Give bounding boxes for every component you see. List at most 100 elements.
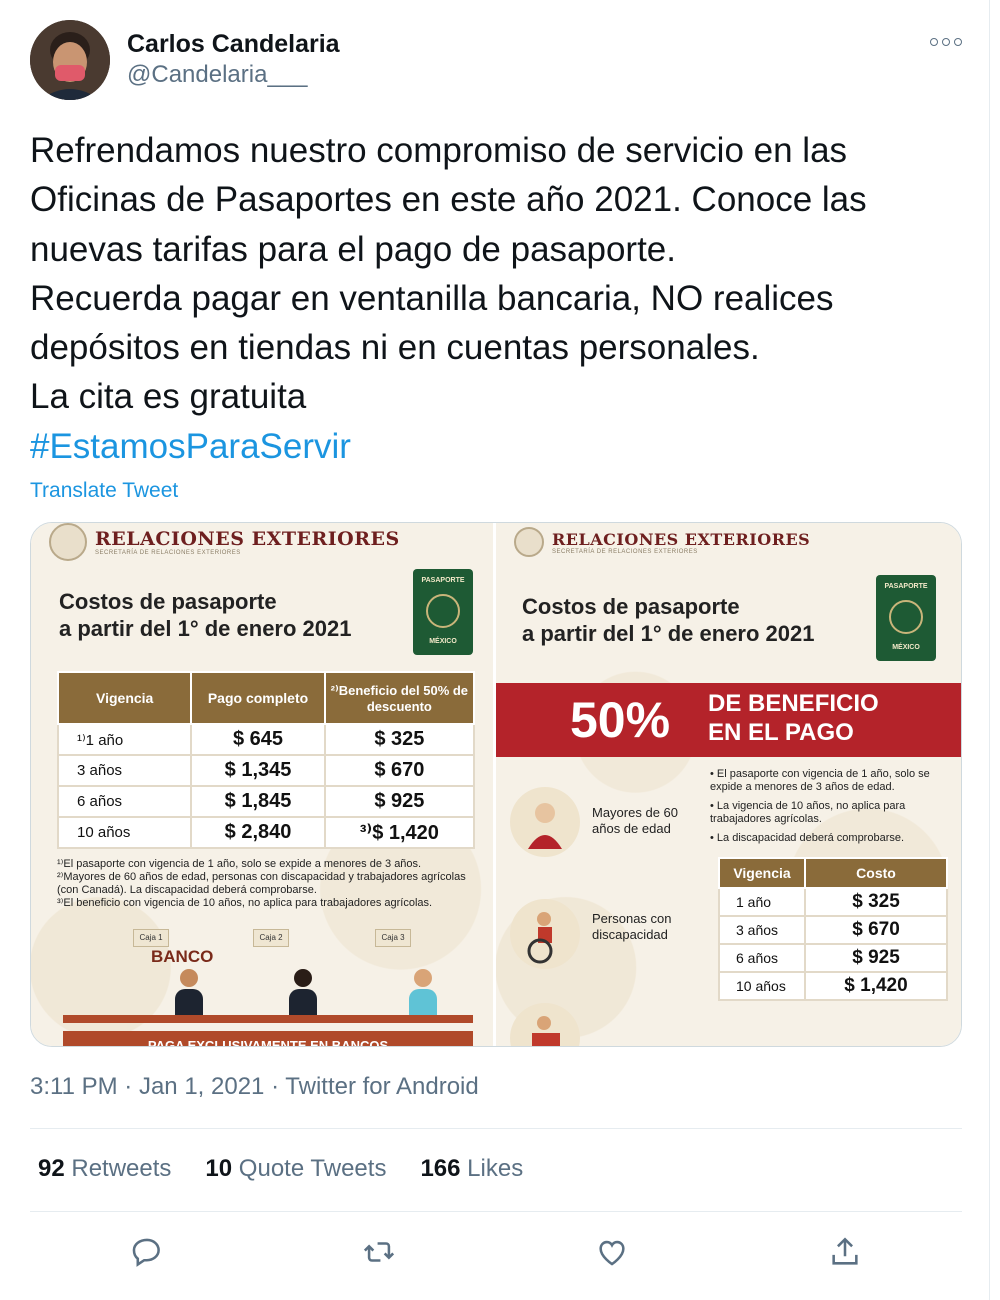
costs-title-line: Costos de pasaporte bbox=[59, 589, 277, 614]
tweet-text: Refrendamos nuestro compromiso de servic… bbox=[30, 126, 950, 471]
table-cell: $ 2,840 bbox=[190, 816, 326, 849]
quotes-label: Quote Tweets bbox=[238, 1155, 387, 1182]
bank-illustration: Caja 1 Caja 2 Caja 3 BANCO bbox=[63, 929, 473, 1046]
passport-icon: PASAPORTE MÉXICO bbox=[413, 569, 473, 655]
media-image-left[interactable]: RELACIONES EXTERIORES SECRETARÍA DE RELA… bbox=[31, 523, 496, 1046]
passport-icon: PASAPORTE MÉXICO bbox=[876, 575, 936, 661]
bullet-text: La vigencia de 10 años, no aplica para t… bbox=[710, 800, 906, 825]
table-row: 6 años $ 925 bbox=[718, 943, 948, 973]
senior-icon bbox=[510, 787, 580, 857]
tweet-line: depósitos en tiendas ni en cuentas perso… bbox=[30, 328, 760, 368]
divider bbox=[30, 1211, 962, 1212]
share-icon[interactable] bbox=[823, 1230, 867, 1274]
table-cell: $ 1,345 bbox=[190, 754, 326, 787]
avatar[interactable] bbox=[30, 20, 110, 100]
passport-label: PASAPORTE bbox=[884, 583, 928, 590]
author-handle[interactable]: @Candelaria___ bbox=[127, 60, 340, 90]
footnote: ³⁾El beneficio con vigencia de 10 años, … bbox=[57, 897, 433, 909]
media-gallery[interactable]: RELACIONES EXTERIORES SECRETARÍA DE RELA… bbox=[30, 522, 962, 1047]
caja-sign: Caja 3 bbox=[375, 929, 411, 947]
table-header: Vigencia bbox=[56, 671, 193, 725]
table-row: 3 años $ 1,345 $ 670 bbox=[56, 754, 476, 787]
media-image-right[interactable]: RELACIONES EXTERIORES SECRETARÍA DE RELA… bbox=[496, 523, 961, 1046]
tweet-detail: Carlos Candelaria @Candelaria___ Refrend… bbox=[0, 0, 990, 1300]
footnote: ¹⁾El pasaporte con vigencia de 1 año, so… bbox=[57, 858, 422, 870]
sre-header: RELACIONES EXTERIORES SECRETARÍA DE RELA… bbox=[49, 523, 400, 561]
table-row: 1 año $ 325 bbox=[718, 887, 948, 917]
divider bbox=[30, 1128, 962, 1129]
emblem-icon bbox=[889, 600, 923, 634]
hashtag-link[interactable]: #EstamosParaServir bbox=[30, 422, 950, 471]
more-options-icon[interactable] bbox=[930, 32, 962, 52]
passport-country: MÉXICO bbox=[429, 638, 457, 645]
org-subtitle: SECRETARÍA DE RELACIONES EXTERIORES bbox=[95, 550, 241, 556]
meta-separator: · bbox=[124, 1073, 139, 1100]
table-cell: $ 325 bbox=[804, 887, 948, 917]
likes-stat[interactable]: 166 Likes bbox=[420, 1155, 523, 1183]
table-cell: 6 años bbox=[56, 785, 193, 818]
retweet-icon[interactable] bbox=[357, 1230, 401, 1274]
benefit-bullets: • El pasaporte con vigencia de 1 año, so… bbox=[710, 768, 955, 851]
tweet-line: La cita es gratuita bbox=[30, 377, 307, 417]
benefit-line: EN EL PAGO bbox=[708, 719, 854, 746]
retweets-label: Retweets bbox=[71, 1155, 172, 1182]
quotes-count: 10 bbox=[205, 1155, 233, 1182]
wheelchair-icon bbox=[510, 899, 580, 969]
costs-title-line: a partir del 1° de enero 2021 bbox=[59, 616, 352, 641]
pay-banner: PAGA EXCLUSIVAMENTE EN BANCOS bbox=[63, 1031, 473, 1046]
table-row: 6 años $ 1,845 $ 925 bbox=[56, 785, 476, 818]
table-cell: 10 años bbox=[718, 971, 806, 1001]
tweet-time[interactable]: 3:11 PM bbox=[30, 1073, 118, 1100]
teller-icon bbox=[175, 969, 203, 1015]
group-label-line: años de edad bbox=[592, 821, 671, 836]
translate-tweet-link[interactable]: Translate Tweet bbox=[30, 479, 178, 503]
org-title: RELACIONES EXTERIORES bbox=[552, 529, 811, 549]
sre-header: RELACIONES EXTERIORES SECRETARÍA DE RELA… bbox=[514, 527, 810, 557]
table-cell: 3 años bbox=[56, 754, 193, 787]
table-cell: $ 670 bbox=[323, 754, 476, 787]
author-block[interactable]: Carlos Candelaria @Candelaria___ bbox=[127, 28, 340, 90]
table-cell: $ 925 bbox=[804, 943, 948, 973]
passport-country: MÉXICO bbox=[892, 644, 920, 651]
retweets-count: 92 bbox=[38, 1155, 65, 1182]
table-cell: 6 años bbox=[718, 943, 806, 973]
table-cell: 10 años bbox=[56, 816, 193, 849]
table-row: 10 años $ 1,420 bbox=[718, 971, 948, 1001]
heart-icon[interactable] bbox=[590, 1230, 634, 1274]
costs-title-line: Costos de pasaporte bbox=[522, 594, 740, 619]
benefit-line: DE BENEFICIO bbox=[708, 690, 879, 717]
bullet-item: • La discapacidad deberá comprobarse. bbox=[710, 832, 905, 844]
benefit-banner: 50% DE BENEFICIO EN EL PAGO bbox=[496, 683, 961, 757]
table-cell: $ 325 bbox=[323, 723, 476, 756]
teller-icon bbox=[289, 969, 317, 1015]
meta-separator: · bbox=[271, 1073, 286, 1100]
quote-tweets-stat[interactable]: 10 Quote Tweets bbox=[205, 1155, 386, 1183]
bullet-text: La discapacidad deberá comprobarse. bbox=[716, 832, 905, 844]
table-header: ²⁾Beneficio del 50% de descuento bbox=[323, 671, 476, 725]
group-label: Mayores de 60 años de edad bbox=[592, 805, 678, 837]
table-cell: $ 645 bbox=[190, 723, 326, 756]
group-label-line: Personas con bbox=[592, 911, 672, 926]
reply-icon[interactable] bbox=[125, 1230, 169, 1274]
customer-icon bbox=[409, 969, 437, 1015]
bullet-text: El pasaporte con vigencia de 1 año, solo… bbox=[710, 768, 930, 793]
table-header: Pago completo bbox=[190, 671, 326, 725]
table-cell: 3 años bbox=[718, 915, 806, 945]
group-label-line: Mayores de 60 bbox=[592, 805, 678, 820]
likes-label: Likes bbox=[467, 1155, 524, 1182]
table-row: ¹⁾1 año $ 645 $ 325 bbox=[56, 723, 476, 756]
benefit-table: Vigencia Costo 1 año $ 325 3 años $ 670 … bbox=[718, 857, 948, 1001]
author-name[interactable]: Carlos Candelaria bbox=[127, 28, 340, 60]
table-header: Costo bbox=[804, 857, 948, 889]
benefit-percent: 50% bbox=[570, 692, 671, 748]
bullet-item: • La vigencia de 10 años, no aplica para… bbox=[710, 800, 906, 825]
table-header: Vigencia bbox=[718, 857, 806, 889]
bank-label: BANCO bbox=[151, 947, 214, 966]
benefit-text: DE BENEFICIO EN EL PAGO bbox=[708, 689, 879, 747]
tweet-line: Refrendamos nuestro compromiso de servic… bbox=[30, 131, 848, 170]
emblem-icon bbox=[426, 594, 460, 628]
tweet-source[interactable]: Twitter for Android bbox=[285, 1073, 478, 1100]
retweets-stat[interactable]: 92 Retweets bbox=[38, 1155, 171, 1183]
org-title: RELACIONES EXTERIORES bbox=[95, 528, 400, 550]
tweet-date[interactable]: Jan 1, 2021 bbox=[139, 1073, 264, 1100]
